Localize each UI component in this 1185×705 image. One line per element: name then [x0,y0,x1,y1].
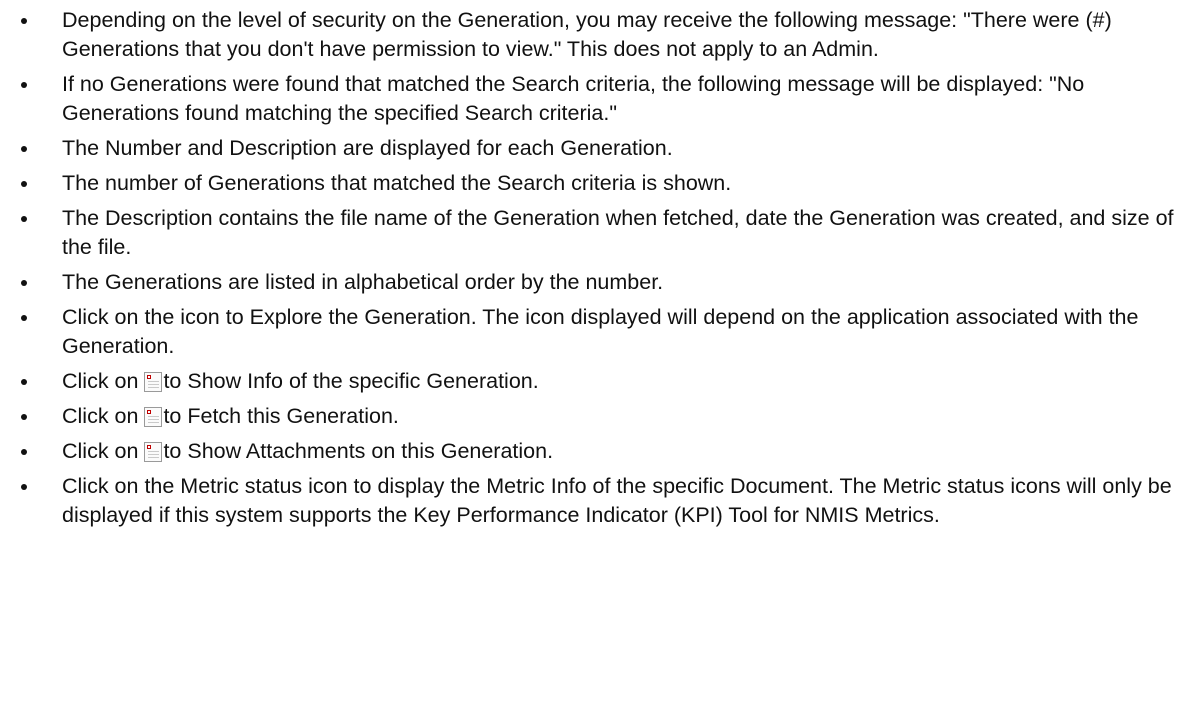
list-item-text-after: to Fetch this Generation. [163,404,399,428]
bullet-dot [21,449,27,455]
list-item: The Description contains the file name o… [0,204,1180,262]
list-item-text: The Description contains the file name o… [62,206,1174,259]
list-item-text-after: to Show Attachments on this Generation. [163,439,554,463]
list-item: The number of Generations that matched t… [0,169,1180,198]
list-item: Click on the Metric status icon to displ… [0,472,1180,530]
list-item-text-before: Click on [62,369,145,393]
bullet-dot [21,315,27,321]
list-item: Click on to Fetch this Generation. [0,402,1180,431]
list-item: If no Generations were found that matche… [0,70,1180,128]
document-page: Depending on the level of security on th… [0,0,1185,705]
list-item-text: If no Generations were found that matche… [62,72,1085,125]
bullet-dot [21,414,27,420]
bullet-dot [21,146,27,152]
list-item: Depending on the level of security on th… [0,6,1180,64]
broken-image-icon[interactable] [144,407,163,427]
bullet-dot [21,484,27,490]
list-item: The Number and Description are displayed… [0,134,1180,163]
bullet-dot [21,216,27,222]
list-item: Click on to Show Attachments on this Gen… [0,437,1180,466]
list-item-text: The number of Generations that matched t… [62,171,732,195]
bullet-dot [21,280,27,286]
bullet-list: Depending on the level of security on th… [0,6,1180,536]
broken-image-icon[interactable] [144,442,163,462]
bullet-dot [21,18,27,24]
list-item-text-before: Click on [62,439,145,463]
list-item-text: The Number and Description are displayed… [62,136,673,160]
broken-image-icon[interactable] [144,372,163,392]
list-item-text: Click on the Metric status icon to displ… [62,474,1172,527]
list-item: Click on to Show Info of the specific Ge… [0,367,1180,396]
list-item-text: Depending on the level of security on th… [62,8,1112,61]
list-item: The Generations are listed in alphabetic… [0,268,1180,297]
list-item-text: Click on the icon to Explore the Generat… [62,305,1139,358]
list-item-text-before: Click on [62,404,145,428]
bullet-dot [21,82,27,88]
list-item-text-after: to Show Info of the specific Generation. [163,369,539,393]
list-item: Click on the icon to Explore the Generat… [0,303,1180,361]
list-item-text: The Generations are listed in alphabetic… [62,270,664,294]
bullet-dot [21,379,27,385]
bullet-dot [21,181,27,187]
